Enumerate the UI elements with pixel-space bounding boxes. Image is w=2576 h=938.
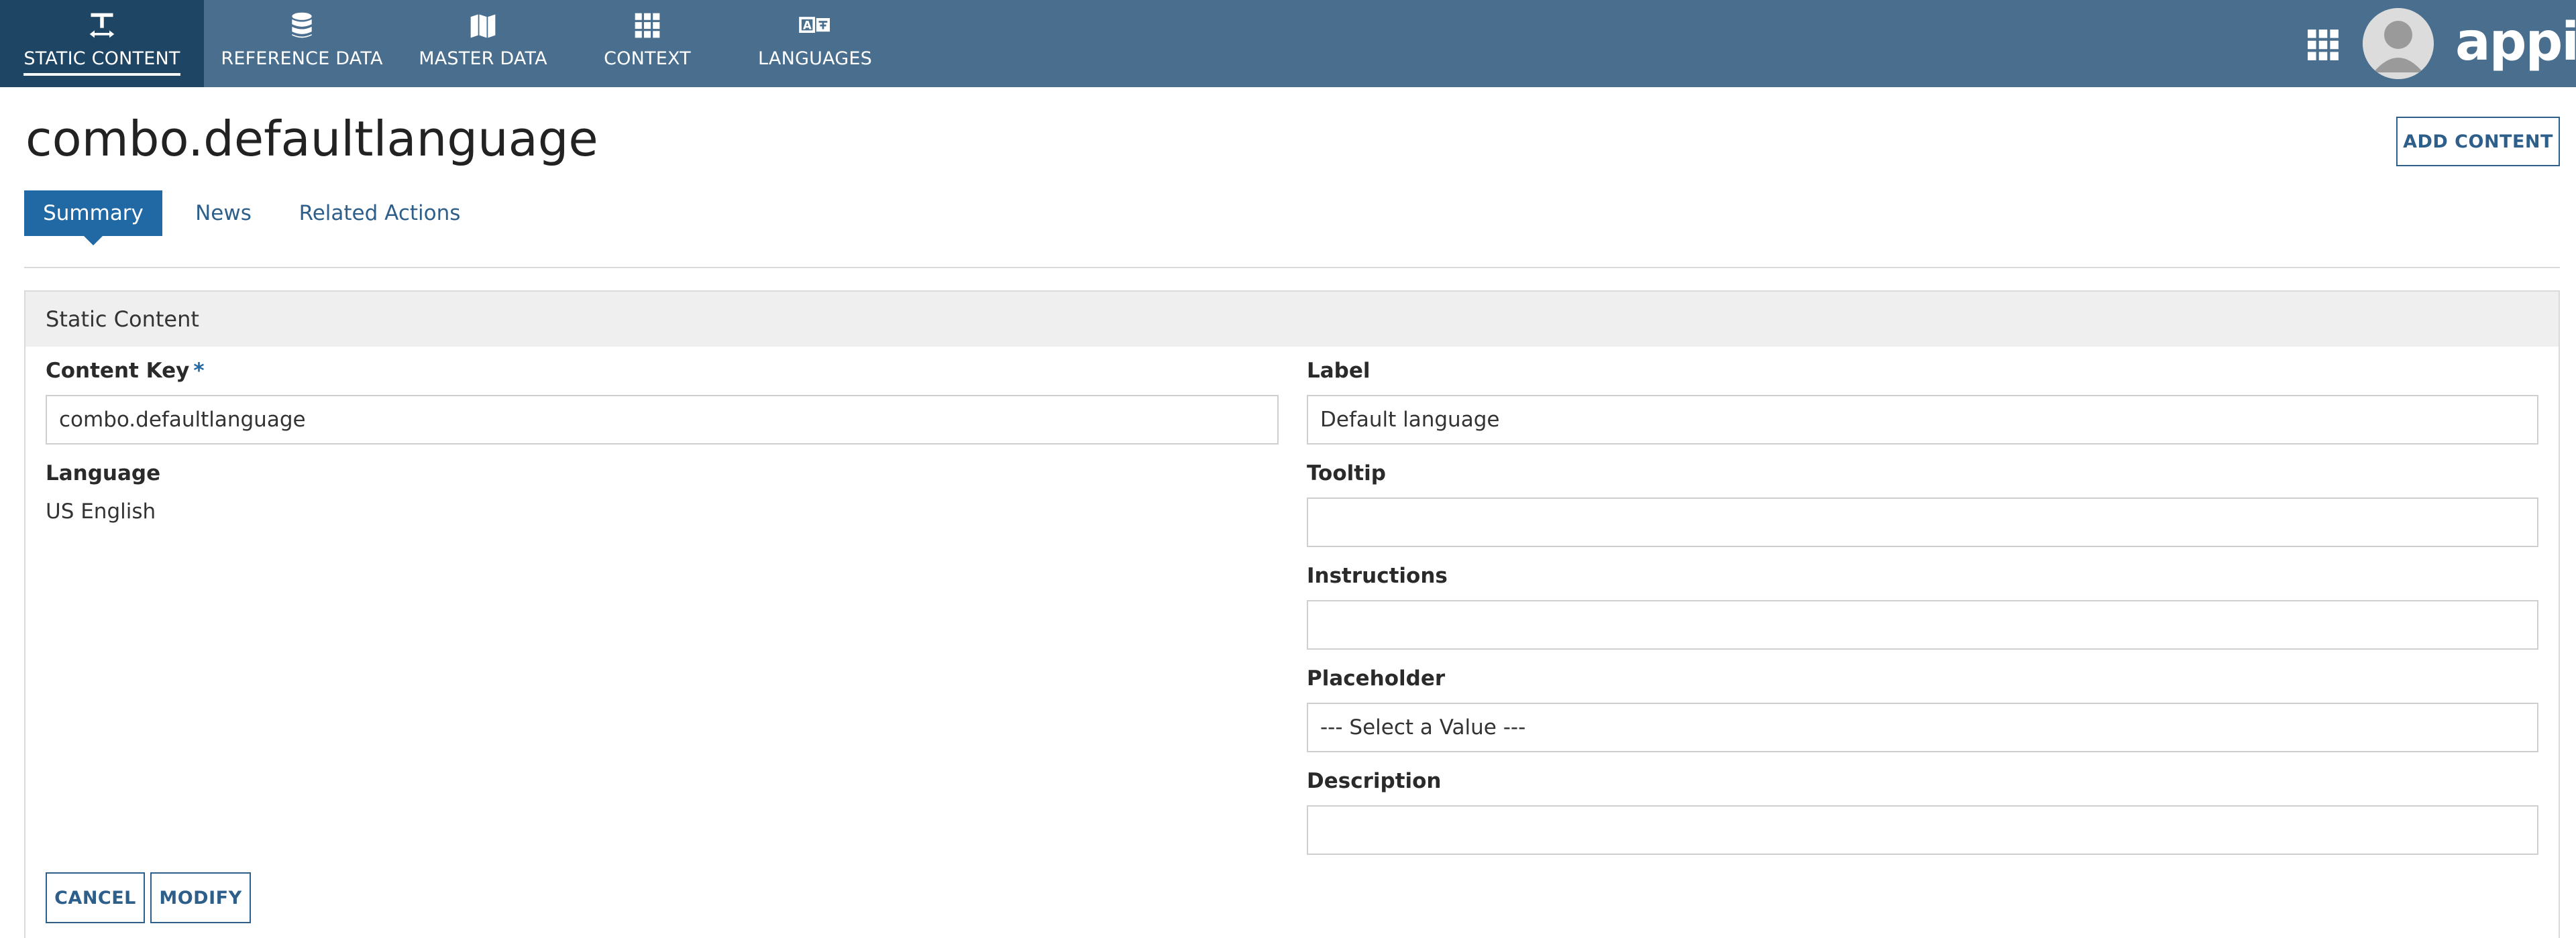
grid-icon (631, 9, 663, 42)
database-icon (286, 9, 318, 42)
description-label: Description (1307, 769, 1442, 793)
tab-related-actions[interactable]: Related Actions (279, 190, 480, 236)
nav-static-content[interactable]: STATIC CONTENT (0, 0, 204, 87)
placeholder-dropdown[interactable]: --- Select a Value --- (1307, 703, 2538, 752)
nav-languages[interactable]: A LANGUAGES (738, 0, 892, 87)
placeholder-label: Placeholder (1307, 666, 1446, 691)
nav-label: MASTER DATA (419, 48, 547, 69)
tab-divider (24, 267, 2560, 268)
tab-summary[interactable]: Summary (24, 190, 162, 245)
map-icon (467, 9, 499, 42)
apps-grid-icon[interactable] (2306, 28, 2340, 62)
instructions-label: Instructions (1307, 564, 1448, 588)
content-key-label-text: Content Key (46, 359, 190, 383)
nav-master-data[interactable]: MASTER DATA (402, 0, 564, 87)
add-content-button[interactable]: ADD CONTENT (2396, 117, 2560, 166)
page-title: combo.defaultlanguage (25, 111, 598, 167)
nav-label: REFERENCE DATA (221, 48, 383, 69)
appian-logo: appian (2455, 12, 2576, 72)
nav-label: LANGUAGES (758, 48, 872, 69)
user-silhouette-icon (2363, 8, 2434, 79)
tooltip-label: Tooltip (1307, 461, 1386, 485)
content-key-label: Content Key * (46, 359, 205, 383)
text-format-icon (86, 9, 118, 42)
language-value: US English (46, 500, 156, 524)
cancel-button[interactable]: CANCEL (46, 872, 145, 923)
tab-news[interactable]: News (180, 190, 267, 236)
nav-label: STATIC CONTENT (23, 48, 180, 76)
content-key-input[interactable] (46, 395, 1279, 445)
nav-label: CONTEXT (604, 48, 691, 69)
top-navigation-bar: STATIC CONTENT REFERENCE DATA MASTER DAT… (0, 0, 2576, 87)
label-input[interactable] (1307, 395, 2538, 445)
svg-text:A: A (803, 19, 812, 32)
instructions-input[interactable] (1307, 600, 2538, 650)
static-content-section: Static Content Content Key* Language US … (24, 290, 2560, 938)
modify-button[interactable]: MODIFY (150, 872, 251, 923)
section-header: Static Content (25, 292, 2559, 347)
translate-icon: A (799, 9, 831, 42)
description-input[interactable] (1307, 805, 2538, 855)
language-label: Language (46, 461, 161, 485)
nav-context[interactable]: CONTEXT (577, 0, 718, 87)
tooltip-input[interactable] (1307, 497, 2538, 547)
required-indicator: * (193, 359, 205, 383)
label-field-label: Label (1307, 359, 1371, 383)
nav-reference-data[interactable]: REFERENCE DATA (213, 0, 390, 87)
placeholder-dropdown-value: --- Select a Value --- (1320, 715, 1526, 740)
user-avatar[interactable] (2363, 8, 2434, 79)
